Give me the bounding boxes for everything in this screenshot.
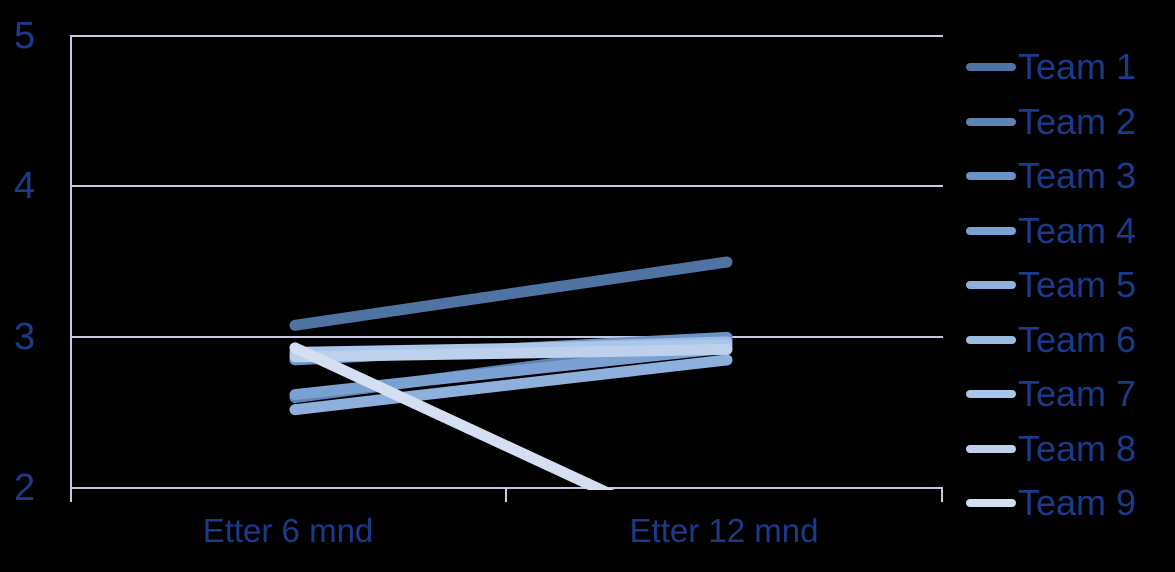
legend-item-label: Team 7	[1018, 373, 1137, 414]
legend-item-label: Team 5	[1018, 264, 1137, 305]
y-tick-label-4: 4	[14, 165, 36, 207]
legend-item-label: Team 6	[1018, 318, 1137, 360]
y-tick-label-5: 5	[14, 15, 36, 57]
legend-item-team-3[interactable]: Team 3	[966, 149, 1136, 203]
legend-item-label: Team 4	[1018, 209, 1137, 251]
legend-item-team-6[interactable]: Team 6	[966, 313, 1136, 367]
legend-item-label: Team 9	[1018, 482, 1137, 523]
legend-item-team-2[interactable]: Team 2	[966, 95, 1136, 149]
legend-item-team-8[interactable]: Team 8	[966, 422, 1136, 476]
series-line-team-8	[289, 343, 733, 363]
legend-item-label: Team 1	[1018, 46, 1137, 87]
legend-swatch-icon	[966, 226, 1016, 235]
y-tick-label-3: 3	[14, 316, 36, 358]
legend-item-team-4[interactable]: Team 4	[966, 204, 1136, 258]
x-tick-label-etter-12-mnd: Etter 12 mnd	[629, 512, 819, 549]
legend-item-team-1[interactable]: Team 1	[966, 40, 1136, 94]
y-tick-label-2: 2	[14, 467, 36, 509]
series-lines	[289, 256, 733, 490]
legend-swatch-icon	[966, 444, 1016, 453]
legend-swatch-icon	[966, 335, 1016, 344]
legend-swatch-icon	[966, 390, 1016, 398]
legend-item-team-7[interactable]: Team 7	[966, 367, 1136, 421]
legend-swatch-icon	[966, 172, 1016, 180]
legend-swatch-icon	[966, 63, 1016, 71]
line-chart: 5 4 3 2 Etter 6 mnd Etter 12 mnd Team 1T…	[0, 0, 1175, 572]
gridlines	[70, 35, 943, 489]
legend-item-team-5[interactable]: Team 5	[966, 258, 1136, 312]
legend: Team 1 Team 2 Team 3 Team 4 Team 5 Team 6 Team…	[966, 40, 1175, 540]
legend-swatch-icon	[966, 117, 1016, 126]
legend-item-label: Team 3	[1018, 155, 1137, 196]
legend-item-label: Team 8	[1018, 427, 1137, 469]
x-axis-ticks	[70, 488, 943, 502]
legend-swatch-icon	[966, 281, 1016, 289]
series-line-team-1	[289, 256, 733, 331]
legend-swatch-icon	[966, 499, 1016, 507]
x-tick-label-etter-6-mnd: Etter 6 mnd	[202, 512, 374, 549]
legend-item-label: Team 2	[1018, 100, 1137, 142]
legend-item-team-9[interactable]: Team 9	[966, 476, 1136, 530]
